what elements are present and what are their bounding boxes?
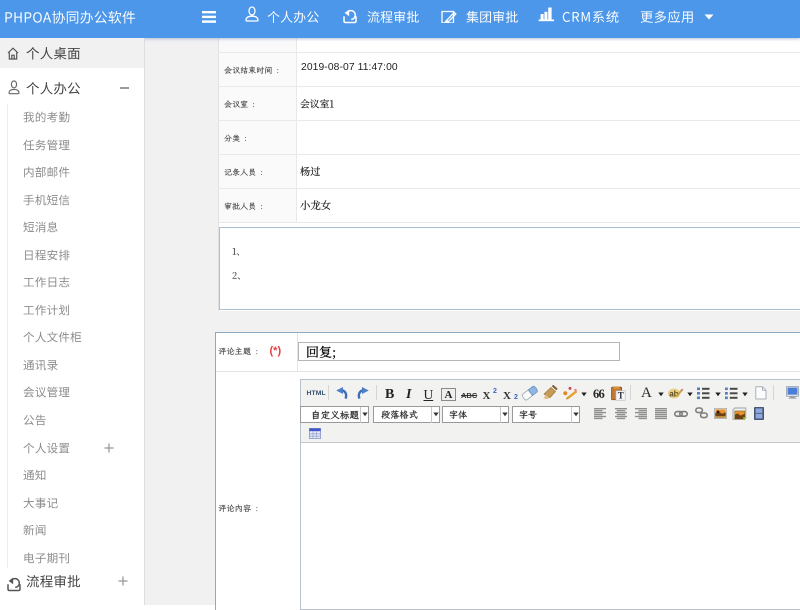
svg-text:ab: ab — [669, 390, 678, 399]
svg-text:T: T — [618, 391, 624, 401]
